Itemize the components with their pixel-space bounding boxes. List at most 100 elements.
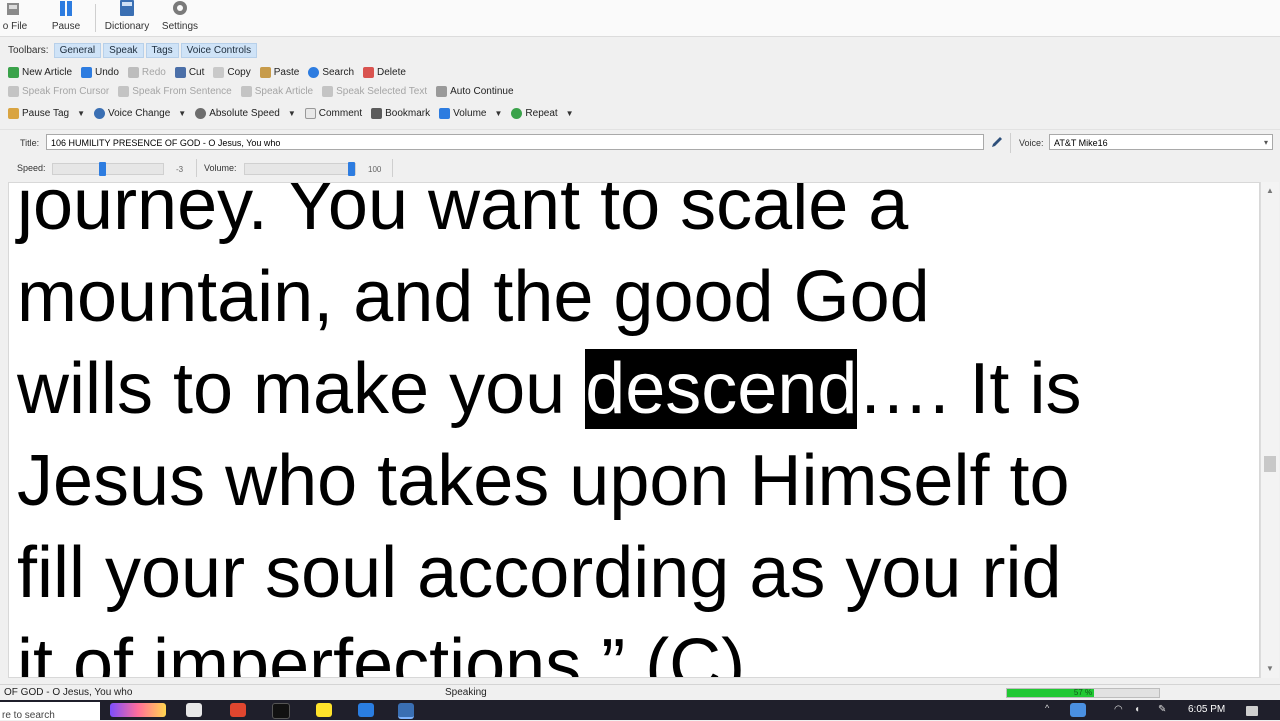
copilot-icon[interactable] (110, 703, 166, 717)
text-line: fill your soul according as you rid (17, 533, 1062, 613)
speed-slider[interactable] (52, 162, 164, 176)
pen-icon[interactable] (990, 135, 1004, 149)
paste-label: Paste (273, 66, 300, 78)
weather-icon[interactable] (1070, 703, 1086, 717)
speak-selected-text-button[interactable]: Speak Selected Text (322, 85, 428, 97)
scroll-down-icon[interactable]: ▼ (1266, 664, 1274, 673)
network-icon[interactable]: ◠ (1114, 704, 1123, 715)
tiktok-icon[interactable] (272, 703, 290, 719)
ribbon: o File Pause Dictionary Settings (0, 0, 1280, 37)
clock-time[interactable]: 6:05 PM (1188, 704, 1225, 715)
comment-button[interactable]: Comment (304, 107, 362, 119)
tab-voice-controls[interactable]: Voice Controls (180, 43, 258, 58)
delete-icon (363, 66, 375, 78)
tab-speak[interactable]: Speak (103, 43, 144, 58)
sliders-row: Speed: -3 Volume: 100 (0, 155, 1280, 181)
scrollbar-thumb[interactable] (1264, 456, 1276, 472)
voice-select[interactable]: AT&T Mike16 ▾ (1049, 134, 1273, 150)
new-article-icon (8, 66, 19, 78)
search-button[interactable]: Search (308, 66, 355, 78)
speak-from-cursor-label: Speak From Cursor (22, 85, 110, 97)
reader-app-icon[interactable] (398, 703, 414, 719)
pause-label: Pause (51, 21, 81, 32)
toolbar-row-speak: Speak From Cursor Speak From Sentence Sp… (8, 82, 523, 100)
chevron-down-icon: ▾ (1263, 138, 1268, 147)
delete-button[interactable]: Delete (363, 66, 406, 78)
absolute-speed-button[interactable]: Absolute Speed ▼ (195, 107, 296, 119)
paste-button[interactable]: Paste (259, 66, 300, 78)
search-label: Search (322, 66, 355, 78)
chevron-down-icon[interactable]: ▼ (494, 109, 502, 118)
absolute-speed-label: Absolute Speed (209, 107, 280, 119)
title-field[interactable]: 106 HUMILITY PRESENCE OF GOD - O Jesus, … (46, 134, 984, 150)
pause-icon (60, 1, 72, 16)
volume-button[interactable]: Volume ▼ (439, 107, 502, 119)
dictionary-button[interactable]: Dictionary (102, 0, 152, 36)
tab-tags[interactable]: Tags (145, 43, 179, 58)
text-line: mountain, and the good God (17, 257, 930, 337)
redo-button[interactable]: Redo (127, 66, 166, 78)
person-icon (94, 107, 105, 119)
dictionary-label: Dictionary (104, 21, 150, 32)
volume-slider[interactable] (244, 162, 356, 176)
text-segment: …. It is (857, 349, 1082, 429)
chevron-up-icon[interactable]: ^ (1045, 703, 1049, 713)
repeat-button[interactable]: Repeat ▼ (511, 107, 574, 119)
chevron-down-icon[interactable]: ▼ (178, 109, 186, 118)
redo-label: Redo (141, 66, 166, 78)
tab-general[interactable]: General (53, 43, 102, 58)
scroll-up-icon[interactable]: ▲ (1266, 186, 1274, 195)
auto-continue-button[interactable]: Auto Continue (436, 85, 514, 97)
undo-button[interactable]: Undo (81, 66, 119, 78)
taskbar-search[interactable]: re to search (0, 702, 100, 721)
status-bar: OF GOD - O Jesus, You who Speaking 57 % (0, 684, 1280, 701)
snapchat-icon[interactable] (316, 703, 332, 717)
copy-button[interactable]: Copy (213, 66, 251, 78)
volume-slider-thumb[interactable] (348, 162, 355, 176)
bookmark-button[interactable]: Bookmark (371, 107, 430, 119)
settings-label: Settings (161, 21, 199, 32)
speak-selected-text-label: Speak Selected Text (336, 85, 428, 97)
taskbar-search-text: re to search (2, 710, 55, 721)
new-article-label: New Article (22, 66, 73, 78)
cut-button[interactable]: Cut (174, 66, 204, 78)
pause-tag-button[interactable]: Pause Tag ▼ (8, 107, 85, 119)
slider-divider (392, 159, 393, 177)
repeat-label: Repeat (525, 107, 558, 119)
settings-button[interactable]: Settings (158, 0, 202, 36)
pause-tag-label: Pause Tag (22, 107, 70, 119)
voice-change-button[interactable]: Voice Change ▼ (94, 107, 186, 119)
chevron-down-icon[interactable]: ▼ (566, 109, 574, 118)
title-row: Title: 106 HUMILITY PRESENCE OF GOD - O … (0, 129, 1280, 156)
text-line: it of imperfections.” (C) (17, 625, 746, 678)
chevron-down-icon[interactable]: ▼ (288, 109, 296, 118)
vertical-scrollbar[interactable]: ▲ ▼ (1260, 182, 1279, 678)
file-button[interactable]: o File (0, 0, 30, 36)
pause-button[interactable]: Pause (48, 0, 84, 36)
pen-tray-icon[interactable]: ✎ (1158, 704, 1166, 715)
volume-label: Volume (453, 107, 487, 119)
progress-bar: 57 % (1006, 688, 1160, 698)
auto-continue-label: Auto Continue (450, 85, 514, 97)
paste-icon (259, 66, 271, 78)
speaker-icon[interactable]: ◖ (1134, 704, 1140, 715)
voice-change-label: Voice Change (108, 107, 171, 119)
new-article-button[interactable]: New Article (8, 66, 73, 78)
task-view-icon[interactable] (186, 703, 202, 717)
highlighted-word: descend (585, 349, 858, 429)
reading-pane[interactable]: journey. You want to scale a mountain, a… (8, 182, 1260, 678)
speak-article-button[interactable]: Speak Article (240, 85, 314, 97)
speak-from-sentence-label: Speak From Sentence (132, 85, 232, 97)
speed-slider-thumb[interactable] (99, 162, 106, 176)
speak-from-sentence-button[interactable]: Speak From Sentence (118, 85, 232, 97)
speak-from-cursor-button[interactable]: Speak From Cursor (8, 85, 110, 97)
notification-icon[interactable] (1246, 706, 1258, 716)
brave-browser-icon[interactable] (230, 703, 246, 717)
redo-icon (127, 66, 139, 78)
volume-value: 100 (368, 165, 382, 174)
speak-article-label: Speak Article (254, 85, 314, 97)
speedometer-icon (195, 107, 207, 119)
chevron-down-icon[interactable]: ▼ (77, 109, 85, 118)
gear-icon (173, 1, 187, 15)
app-icon[interactable] (358, 703, 374, 717)
